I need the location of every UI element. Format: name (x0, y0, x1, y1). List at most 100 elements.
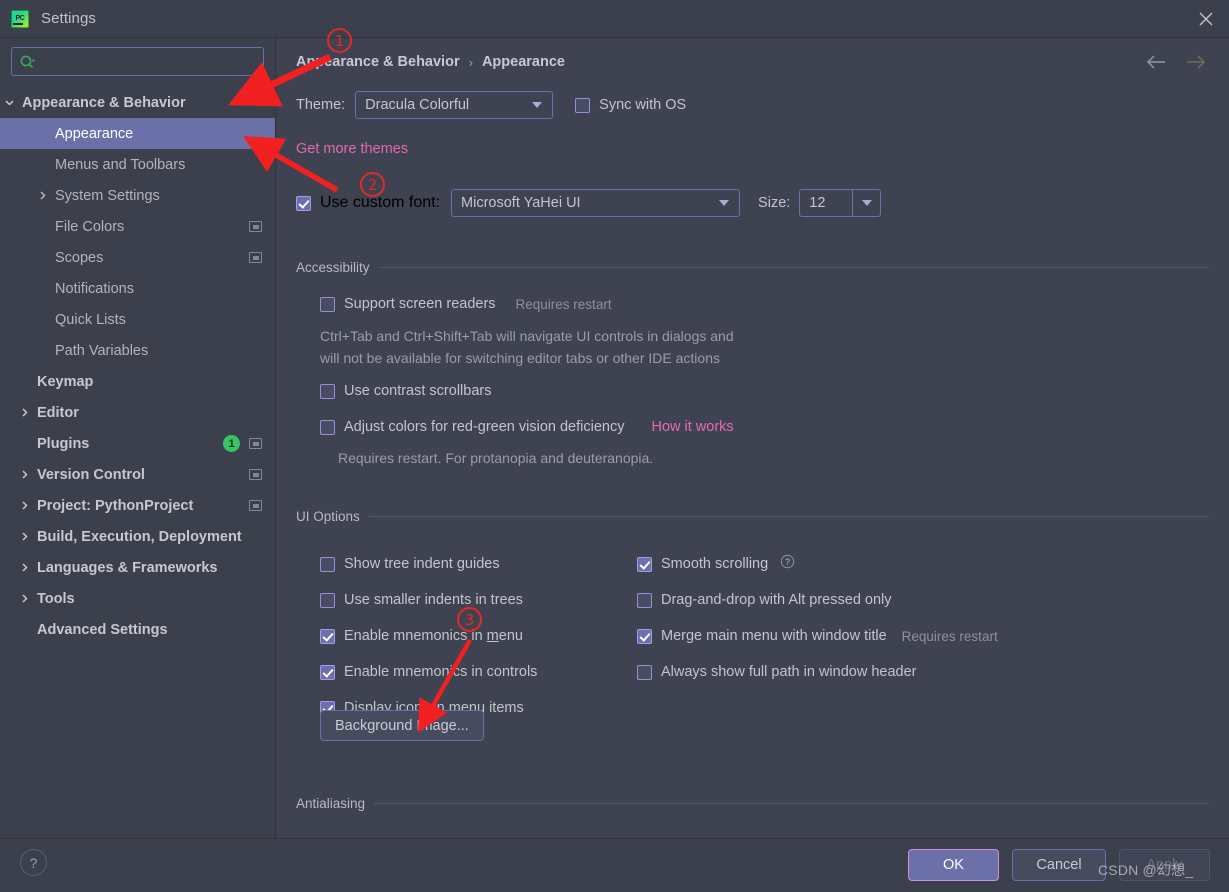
project-scope-icon (249, 252, 262, 263)
use-contrast-scrollbars-row[interactable]: Use contrast scrollbars (320, 383, 491, 399)
sidebar-item-appearance[interactable]: Appearance (0, 118, 275, 149)
breadcrumb-root[interactable]: Appearance & Behavior (296, 54, 460, 70)
search-container (0, 38, 275, 76)
use-custom-font-label: Use custom font: (320, 194, 441, 211)
use-contrast-scrollbars-checkbox[interactable] (320, 383, 335, 399)
sidebar-item-advanced-settings[interactable]: Advanced Settings (0, 614, 275, 645)
sidebar-item-path-variables[interactable]: Path Variables (0, 335, 275, 366)
close-icon[interactable] (1183, 0, 1229, 38)
get-more-themes-link[interactable]: Get more themes (296, 141, 408, 157)
breadcrumb: Appearance & Behavior › Appearance (296, 54, 565, 70)
navigation-arrows (1145, 54, 1207, 75)
checkbox-label: Merge main menu with window title (661, 628, 887, 644)
sidebar-item-quick-lists[interactable]: Quick Lists (0, 304, 275, 335)
chevron-down-icon[interactable] (2, 96, 16, 110)
sidebar-item-file-colors[interactable]: File Colors (0, 211, 275, 242)
sidebar-item-label: Tools (37, 590, 75, 607)
search-input[interactable] (11, 47, 264, 76)
checkbox-merge-main-menu-with-window-title[interactable] (637, 628, 652, 644)
option-row-smooth-scrolling[interactable]: Smooth scrolling? (637, 546, 998, 582)
sidebar-item-label: System Settings (55, 187, 160, 204)
chevron-right-icon[interactable] (17, 592, 31, 606)
checkbox-show-tree-indent-guides[interactable] (320, 556, 335, 572)
option-row-merge-main-menu-with-window-title[interactable]: Merge main menu with window title Require… (637, 618, 998, 654)
adjust-colors-checkbox[interactable] (320, 419, 335, 435)
section-divider (368, 516, 1209, 517)
checkbox-label: Smooth scrolling (661, 556, 769, 572)
checkbox-smooth-scrolling[interactable] (637, 556, 652, 572)
option-row-show-tree-indent-guides[interactable]: Show tree indent guides (320, 546, 537, 582)
theme-select[interactable]: Dracula Colorful (355, 91, 554, 119)
theme-select-value: Dracula Colorful (365, 97, 470, 113)
dialog-footer: ? OK Cancel Apply (0, 838, 1229, 892)
sidebar-item-notifications[interactable]: Notifications (0, 273, 275, 304)
arrow-left-icon[interactable] (1145, 54, 1167, 75)
adjust-colors-row[interactable]: Adjust colors for red-green vision defic… (320, 419, 734, 435)
chevron-right-icon[interactable] (17, 406, 31, 420)
use-custom-font-checkbox[interactable] (296, 195, 311, 211)
checkbox-always-show-full-path-in-window-header[interactable] (637, 664, 652, 680)
chevron-right-icon[interactable] (17, 530, 31, 544)
checkbox-label: Enable mnemonics in menu (344, 628, 523, 644)
support-screen-readers-checkbox[interactable] (320, 296, 335, 312)
checkbox-enable-mnemonics-in-menu[interactable] (320, 628, 335, 644)
chevron-right-icon[interactable] (17, 468, 31, 482)
accessibility-section-title: Accessibility (296, 260, 370, 275)
font-size-dropdown-button[interactable] (852, 190, 880, 216)
sync-with-os-checkbox[interactable] (575, 97, 591, 113)
checkbox-hint: Requires restart (901, 628, 998, 644)
sidebar-item-project-pythonproject[interactable]: Project: PythonProject (0, 490, 275, 521)
cancel-button[interactable]: Cancel (1012, 849, 1106, 881)
option-row-enable-mnemonics-in-controls[interactable]: Enable mnemonics in controls (320, 654, 537, 690)
ui-options-left-column: Show tree indent guides Use smaller inden… (320, 546, 537, 726)
sidebar-item-tools[interactable]: Tools (0, 583, 275, 614)
sidebar-item-system-settings[interactable]: System Settings (0, 180, 275, 211)
sidebar-item-label: Keymap (37, 373, 94, 390)
chevron-right-icon[interactable] (17, 561, 31, 575)
arrow-right-icon[interactable] (1185, 54, 1207, 75)
sidebar-item-menus-and-toolbars[interactable]: Menus and Toolbars (0, 149, 275, 180)
font-family-select[interactable]: Microsoft YaHei UI (451, 189, 741, 217)
chevron-right-icon[interactable] (35, 189, 49, 203)
sidebar-item-plugins[interactable]: Plugins 1 (0, 428, 275, 459)
font-family-value: Microsoft YaHei UI (461, 195, 581, 211)
sidebar-item-editor[interactable]: Editor (0, 397, 275, 428)
support-screen-readers-row[interactable]: Support screen readers Requires restart (320, 296, 612, 312)
annotation-marker-1: 1 (327, 28, 352, 53)
sidebar-item-label: Menus and Toolbars (55, 156, 186, 173)
checkbox-enable-mnemonics-in-controls[interactable] (320, 664, 335, 680)
sidebar-item-version-control[interactable]: Version Control (0, 459, 275, 490)
option-row-always-show-full-path-in-window-header[interactable]: Always show full path in window header (637, 654, 998, 690)
question-mark-icon[interactable]: ? (20, 849, 47, 876)
annotation-marker-3: 3 (457, 607, 482, 632)
checkbox-use-smaller-indents-in-trees[interactable] (320, 592, 335, 608)
theme-row: Theme: Dracula Colorful Sync with OS (296, 91, 686, 119)
checkbox-drag-and-drop-with-alt-pressed-only[interactable] (637, 592, 652, 608)
help-icon[interactable]: ? (780, 554, 795, 574)
chevron-down-icon (861, 200, 872, 206)
sync-with-os-row[interactable]: Sync with OS (575, 97, 686, 113)
option-row-use-smaller-indents-in-trees[interactable]: Use smaller indents in trees (320, 582, 537, 618)
antialiasing-section-title: Antialiasing (296, 796, 366, 811)
checkbox-label: Drag-and-drop with Alt pressed only (661, 592, 892, 608)
sidebar-item-label: Version Control (37, 466, 145, 483)
sidebar-item-keymap[interactable]: Keymap (0, 366, 275, 397)
option-row-drag-and-drop-with-alt-pressed-only[interactable]: Drag-and-drop with Alt pressed only (637, 582, 998, 618)
option-row-enable-mnemonics-in-menu[interactable]: Enable mnemonics in menu (320, 618, 537, 654)
sidebar-item-build-execution-deployment[interactable]: Build, Execution, Deployment (0, 521, 275, 552)
sidebar-item-scopes[interactable]: Scopes (0, 242, 275, 273)
background-image-button[interactable]: Background Image... (320, 710, 484, 741)
adjust-colors-label: Adjust colors for red-green vision defic… (344, 419, 625, 435)
ok-button[interactable]: OK (908, 849, 999, 881)
sidebar-item-label: Project: PythonProject (37, 497, 194, 514)
sidebar-item-languages-frameworks[interactable]: Languages & Frameworks (0, 552, 275, 583)
watermark: CSDN @幻想_ (1098, 862, 1194, 878)
chevron-right-icon[interactable] (17, 499, 31, 513)
how-it-works-link[interactable]: How it works (651, 419, 733, 435)
sidebar-item-label: Editor (37, 404, 79, 421)
sidebar-item-label: Scopes (55, 249, 104, 266)
font-size-spinner[interactable]: 12 (799, 189, 882, 217)
sidebar-item-appearance-behavior[interactable]: Appearance & Behavior (0, 87, 275, 118)
font-size-value: 12 (809, 195, 826, 211)
sidebar-item-label: Build, Execution, Deployment (37, 528, 242, 545)
